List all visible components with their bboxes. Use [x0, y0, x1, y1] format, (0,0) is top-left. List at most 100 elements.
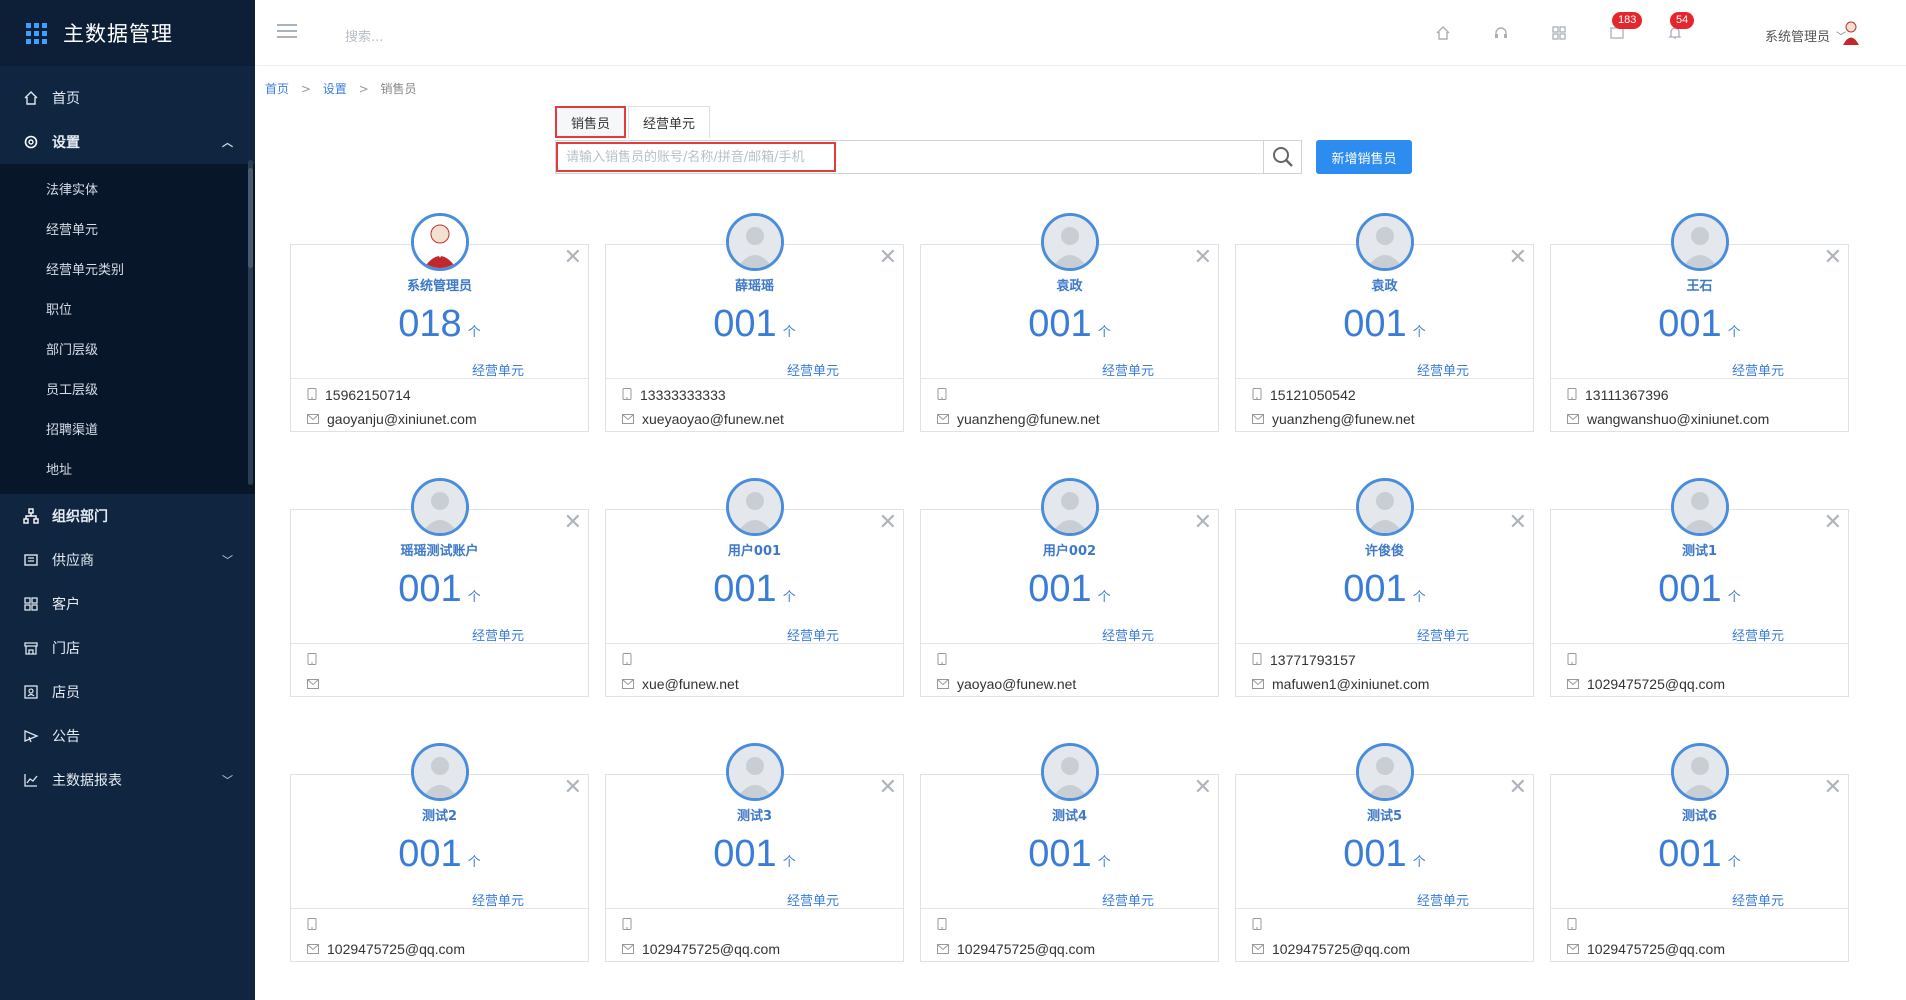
close-icon[interactable]: ✕: [879, 512, 897, 534]
sidebar-item-clerk[interactable]: 店员: [0, 670, 255, 714]
sidebar-item-customer[interactable]: 客户: [0, 582, 255, 626]
submenu-item[interactable]: 职位: [0, 288, 255, 328]
divider: [1236, 378, 1533, 379]
salesperson-card[interactable]: ✕ 测试4 001 个经营单元 1029475725@qq.com: [920, 743, 1219, 962]
unit-count-label: 经营单元: [1101, 364, 1154, 379]
unit-count-number: 001: [398, 568, 462, 610]
unit-count[interactable]: 001 个: [606, 568, 903, 611]
avatar: [411, 743, 469, 801]
unit-count[interactable]: 001 个: [1236, 833, 1533, 876]
submenu-item[interactable]: 部门层级: [0, 328, 255, 368]
salesperson-card[interactable]: ✕ 用户001 001 个经营单元 xue@funew.net: [605, 478, 904, 697]
close-icon[interactable]: ✕: [1824, 777, 1842, 799]
unit-count[interactable]: 001 个: [1551, 833, 1848, 876]
avatar: [1671, 213, 1729, 271]
chevron-up-icon: ︿: [222, 136, 233, 149]
salesperson-card[interactable]: ✕ 用户002 001 个经营单元 yaoyao@funew.net: [920, 478, 1219, 697]
salesperson-card[interactable]: ✕ 测试6 001 个经营单元 1029475725@qq.com: [1550, 743, 1849, 962]
user-avatar[interactable]: [1840, 20, 1862, 46]
close-icon[interactable]: ✕: [1824, 247, 1842, 269]
headset-icon[interactable]: [1490, 22, 1512, 44]
apps-icon[interactable]: [1548, 22, 1570, 44]
close-icon[interactable]: ✕: [564, 777, 582, 799]
close-icon[interactable]: ✕: [1194, 247, 1212, 269]
submenu-item[interactable]: 地址: [0, 448, 255, 488]
close-icon[interactable]: ✕: [1194, 777, 1212, 799]
message-icon[interactable]: 183: [1606, 12, 1643, 44]
home-icon[interactable]: [1432, 22, 1454, 44]
unit-count[interactable]: 001 个: [1551, 568, 1848, 611]
mail-icon: [307, 676, 319, 692]
tab-business-unit[interactable]: 经营单元: [628, 106, 711, 138]
salesperson-card[interactable]: ✕ 袁政 001 个经营单元 15121050542 yuanzheng@funew.ne…: [1235, 213, 1534, 432]
submenu-item[interactable]: 法律实体: [0, 168, 255, 208]
sidebar-item-home[interactable]: 首页: [0, 76, 255, 120]
salesperson-card[interactable]: ✕ 测试5 001 个经营单元 1029475725@qq.com: [1235, 743, 1534, 962]
phone-row: [622, 917, 640, 933]
salesperson-name: 测试6: [1681, 809, 1718, 824]
salesperson-card[interactable]: ✕ 许俊俊 001 个经营单元 13771793157 mafuwen1@xiniunet…: [1235, 478, 1534, 697]
close-icon[interactable]: ✕: [564, 512, 582, 534]
sidebar-item-supplier[interactable]: 供应商 ﹀: [0, 538, 255, 582]
sidebar-item-org[interactable]: 组织部门: [0, 494, 255, 538]
submenu-item[interactable]: 招聘渠道: [0, 408, 255, 448]
sidebar-item-settings[interactable]: 设置 ︿: [0, 120, 255, 164]
unit-count-label: 经营单元: [1416, 629, 1469, 644]
close-icon[interactable]: ✕: [564, 247, 582, 269]
salesperson-card[interactable]: ✕ 测试1 001 个经营单元 1029475725@qq.com: [1550, 478, 1849, 697]
unit-count[interactable]: 001 个: [291, 568, 588, 611]
salesperson-card[interactable]: ✕ 测试3 001 个经营单元 1029475725@qq.com: [605, 743, 904, 962]
divider: [921, 643, 1218, 644]
unit-count[interactable]: 018 个: [291, 303, 588, 346]
close-icon[interactable]: ✕: [879, 247, 897, 269]
unit-count[interactable]: 001 个: [1236, 303, 1533, 346]
menu-toggle-icon[interactable]: [277, 24, 297, 40]
unit-count[interactable]: 001 个: [921, 568, 1218, 611]
salesperson-card[interactable]: ✕ 王石 001 个经营单元 13111367396 wangwanshuo@xiniun…: [1550, 213, 1849, 432]
mail-icon: [622, 411, 634, 427]
global-search-input[interactable]: 搜索...: [345, 26, 383, 45]
unit-count-label: 经营单元: [1731, 364, 1784, 379]
sidebar-item-store[interactable]: 门店: [0, 626, 255, 670]
sidebar-item-notice[interactable]: 公告: [0, 714, 255, 758]
unit-count[interactable]: 001 个: [921, 303, 1218, 346]
submenu-item[interactable]: 经营单元: [0, 208, 255, 248]
unit-count[interactable]: 001 个: [1551, 303, 1848, 346]
user-menu[interactable]: 系统管理员 ﹀: [1765, 26, 1846, 45]
salesperson-search-input[interactable]: [556, 142, 836, 172]
phone-icon: [622, 652, 632, 668]
close-icon[interactable]: ✕: [1194, 512, 1212, 534]
email-row: xueyaoyao@funew.net: [622, 411, 784, 427]
submenu-item[interactable]: 经营单元类别: [0, 248, 255, 288]
close-icon[interactable]: ✕: [1509, 777, 1527, 799]
sidebar-item-report[interactable]: 主数据报表 ﹀: [0, 758, 255, 802]
close-icon[interactable]: ✕: [879, 777, 897, 799]
unit-count[interactable]: 001 个: [291, 833, 588, 876]
salesperson-card[interactable]: ✕ 系统管理员 018 个经营单元 15962150714 gaoyanju@xiniun…: [290, 213, 589, 432]
unit-count-label: 经营单元: [471, 629, 524, 644]
tab-salesperson[interactable]: 销售员: [555, 106, 627, 138]
unit-count[interactable]: 001 个: [606, 303, 903, 346]
sidebar-scrollbar-thumb[interactable]: [248, 168, 253, 268]
breadcrumb-home[interactable]: 首页: [265, 82, 289, 96]
mail-icon: [937, 676, 949, 692]
avatar: [1671, 743, 1729, 801]
salesperson-card[interactable]: ✕ 测试2 001 个经营单元 1029475725@qq.com: [290, 743, 589, 962]
submenu-item[interactable]: 员工层级: [0, 368, 255, 408]
phone-value: 13333333333: [640, 387, 726, 403]
unit-count[interactable]: 001 个: [606, 833, 903, 876]
add-salesperson-button[interactable]: 新增销售员: [1316, 140, 1412, 174]
close-icon[interactable]: ✕: [1509, 512, 1527, 534]
unit-count[interactable]: 001 个: [1236, 568, 1533, 611]
breadcrumb-settings[interactable]: 设置: [323, 82, 347, 96]
close-icon[interactable]: ✕: [1509, 247, 1527, 269]
phone-row: 13333333333: [622, 387, 726, 403]
close-icon[interactable]: ✕: [1824, 512, 1842, 534]
salesperson-card[interactable]: ✕ 薛瑶瑶 001 个经营单元 13333333333 xueyaoyao@funew.n…: [605, 213, 904, 432]
salesperson-card[interactable]: ✕ 袁政 001 个经营单元 yuanzheng@funew.net: [920, 213, 1219, 432]
bell-icon[interactable]: 54: [1664, 12, 1695, 44]
unit-count[interactable]: 001 个: [921, 833, 1218, 876]
search-button[interactable]: [1263, 141, 1301, 173]
salesperson-card[interactable]: ✕ 瑶瑶测试账户 001 个经营单元: [290, 478, 589, 697]
unit-count-suffix: 个: [1412, 855, 1426, 870]
